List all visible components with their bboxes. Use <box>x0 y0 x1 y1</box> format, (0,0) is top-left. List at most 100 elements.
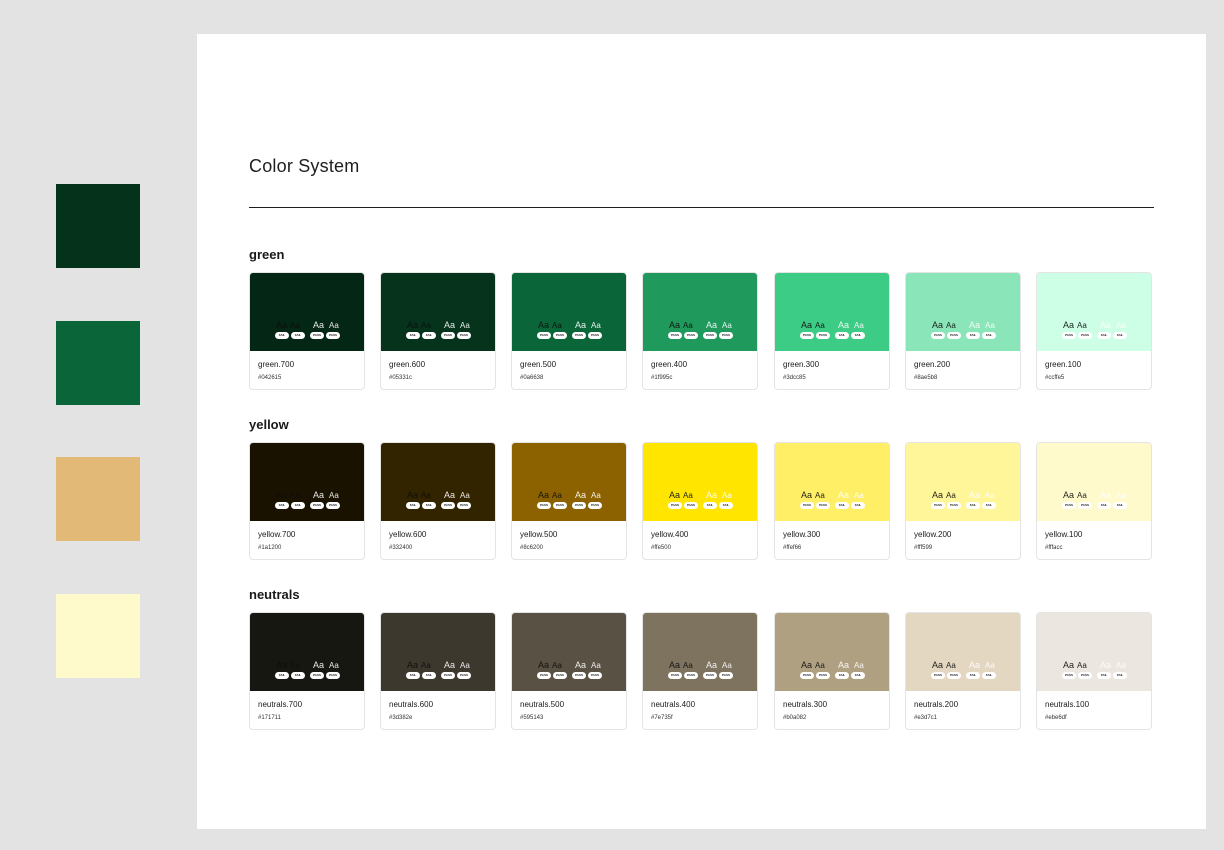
swatch-card[interactable]: Aa Aa Aa Aa FAIL FAIL PASS PASS neutrals.700 #171… <box>249 612 365 730</box>
contrast-result-badge: FAIL <box>406 672 420 679</box>
contrast-sample: Aa <box>801 490 813 500</box>
contrast-result-badge: FAIL <box>1097 332 1111 339</box>
swatch-row: Aa Aa Aa Aa FAIL FAIL PASS PASS yellow.700 #1a120… <box>249 442 1154 562</box>
contrast-result-badge: FAIL <box>851 332 865 339</box>
contrast-sample: Aa <box>669 490 681 500</box>
swatch-hex: #171711 <box>258 715 281 721</box>
swatch-card[interactable]: Aa Aa Aa Aa PASS PASS FAIL FAIL neutrals.100 #ebe… <box>1036 612 1152 730</box>
contrast-result-badge: PASS <box>800 672 814 679</box>
color-chip: Aa Aa Aa Aa FAIL FAIL PASS PASS <box>250 443 364 521</box>
contrast-result-badge: PASS <box>457 332 471 339</box>
contrast-result-badge: FAIL <box>851 502 865 509</box>
contrast-result-badge: PASS <box>931 332 945 339</box>
contrast-sample: Aa <box>1100 320 1112 330</box>
swatch-card[interactable]: Aa Aa Aa Aa PASS PASS FAIL FAIL green.200 #8ae5b8 <box>905 272 1021 390</box>
swatch-name: yellow.100 <box>1045 530 1083 539</box>
color-chip: Aa Aa Aa Aa PASS PASS FAIL FAIL <box>1037 443 1151 521</box>
swatch-hex: #ccffe5 <box>1045 375 1065 381</box>
side-swatch <box>56 321 140 405</box>
swatch-card[interactable]: Aa Aa Aa Aa PASS PASS FAIL FAIL yellow.400 #ffe50… <box>642 442 758 560</box>
swatch-name: yellow.500 <box>520 530 558 539</box>
swatch-name: neutrals.200 <box>914 700 959 709</box>
contrast-sample: Aa <box>1063 320 1075 330</box>
contrast-result-badge: FAIL <box>1113 672 1127 679</box>
contrast-sample: Aa <box>722 491 732 500</box>
swatch-card[interactable]: Aa Aa Aa Aa PASS PASS PASS PASS green.500 #0a6638 <box>511 272 627 390</box>
contrast-result-badge: FAIL <box>275 502 289 509</box>
contrast-result-badge: PASS <box>1078 672 1092 679</box>
swatch-card[interactable]: Aa Aa Aa Aa PASS PASS FAIL FAIL yellow.300 #ffef6… <box>774 442 890 560</box>
swatch-card[interactable]: Aa Aa Aa Aa FAIL FAIL PASS PASS green.700 #042615 <box>249 272 365 390</box>
swatch-card[interactable]: Aa Aa Aa Aa FAIL FAIL PASS PASS yellow.700 #1a120… <box>249 442 365 560</box>
contrast-result-badge: FAIL <box>835 332 849 339</box>
swatch-card[interactable]: Aa Aa Aa Aa FAIL FAIL PASS PASS neutrals.600 #3d3… <box>380 612 496 730</box>
contrast-sample: Aa <box>575 660 587 670</box>
color-chip: Aa Aa Aa Aa FAIL FAIL PASS PASS <box>381 443 495 521</box>
group-name: neutrals <box>249 587 300 602</box>
swatch-hex: #ffe500 <box>651 545 671 551</box>
swatch-card[interactable]: Aa Aa Aa Aa PASS PASS FAIL FAIL neutrals.200 #e3d… <box>905 612 1021 730</box>
contrast-sample: Aa <box>838 490 850 500</box>
swatch-name: neutrals.700 <box>258 700 303 709</box>
swatch-card[interactable]: Aa Aa Aa Aa FAIL FAIL PASS PASS yellow.600 #33240… <box>380 442 496 560</box>
contrast-result-badge: FAIL <box>1097 672 1111 679</box>
group-name: yellow <box>249 417 289 432</box>
contrast-sample: Aa <box>1077 491 1087 500</box>
contrast-result-badge: PASS <box>326 672 340 679</box>
swatch-card[interactable]: Aa Aa Aa Aa PASS PASS FAIL FAIL neutrals.300 #b0a… <box>774 612 890 730</box>
contrast-result-badge: FAIL <box>835 502 849 509</box>
swatch-card[interactable]: Aa Aa Aa Aa PASS PASS PASS PASS neutrals.500 #595… <box>511 612 627 730</box>
contrast-result-badge: FAIL <box>291 332 305 339</box>
swatch-name: yellow.300 <box>783 530 821 539</box>
contrast-sample: Aa <box>838 660 850 670</box>
page-title: Color System <box>249 156 360 176</box>
contrast-sample: Aa <box>969 660 981 670</box>
swatch-name: green.400 <box>651 360 688 369</box>
contrast-sample: Aa <box>1100 660 1112 670</box>
contrast-sample: Aa <box>801 320 813 330</box>
contrast-sample: Aa <box>815 491 825 500</box>
contrast-result-badge: PASS <box>684 502 698 509</box>
swatch-hex: #05331c <box>389 375 413 381</box>
swatch-hex: #1f995c <box>651 375 673 381</box>
swatch-card[interactable]: Aa Aa Aa Aa PASS PASS PASS PASS green.400 #1f995c <box>642 272 758 390</box>
swatch-card[interactable]: Aa Aa Aa Aa PASS PASS FAIL FAIL yellow.100 #fffac… <box>1036 442 1152 560</box>
swatch-card[interactable]: Aa Aa Aa Aa PASS PASS FAIL FAIL green.300 #3dcc85 <box>774 272 890 390</box>
contrast-sample: Aa <box>591 491 601 500</box>
swatch-hex: #ffef66 <box>783 545 802 551</box>
contrast-result-badge: PASS <box>719 332 733 339</box>
contrast-result-badge: PASS <box>457 502 471 509</box>
contrast-sample: Aa <box>444 660 456 670</box>
swatch-hex: #b0a082 <box>783 715 807 721</box>
swatch-hex: #8c6200 <box>520 545 544 551</box>
color-chip: Aa Aa Aa Aa PASS PASS FAIL FAIL <box>775 613 889 691</box>
swatch-hex: #332400 <box>389 545 413 551</box>
color-chip: Aa Aa Aa Aa PASS PASS PASS PASS <box>512 613 626 691</box>
swatch-card[interactable]: Aa Aa Aa Aa FAIL FAIL PASS PASS green.600 #05331c <box>380 272 496 390</box>
contrast-result-badge: PASS <box>326 502 340 509</box>
color-chip: Aa Aa Aa Aa FAIL FAIL PASS PASS <box>381 613 495 691</box>
contrast-sample: Aa <box>538 660 550 670</box>
contrast-result-badge: PASS <box>703 672 717 679</box>
contrast-result-badge: FAIL <box>982 332 996 339</box>
swatch-name: yellow.600 <box>389 530 427 539</box>
contrast-result-badge: PASS <box>310 502 324 509</box>
swatch-card[interactable]: Aa Aa Aa Aa PASS PASS PASS PASS yellow.500 #8c620… <box>511 442 627 560</box>
swatch-card[interactable]: Aa Aa Aa Aa PASS PASS FAIL FAIL green.100 #ccffe5 <box>1036 272 1152 390</box>
contrast-sample: Aa <box>706 320 718 330</box>
color-system-panel: Color System green Aa Aa Aa Aa FAIL FAIL PASS PA… <box>197 34 1206 829</box>
contrast-result-badge: FAIL <box>406 502 420 509</box>
color-chip: Aa Aa Aa Aa PASS PASS FAIL FAIL <box>906 443 1020 521</box>
side-swatch <box>56 184 140 268</box>
contrast-sample: Aa <box>683 321 693 330</box>
swatch-card[interactable]: Aa Aa Aa Aa PASS PASS FAIL FAIL yellow.200 #fff59… <box>905 442 1021 560</box>
contrast-result-badge: PASS <box>668 502 682 509</box>
contrast-result-badge: PASS <box>588 672 602 679</box>
contrast-result-badge: PASS <box>800 332 814 339</box>
contrast-result-badge: PASS <box>947 332 961 339</box>
color-chip: Aa Aa Aa Aa FAIL FAIL PASS PASS <box>381 273 495 351</box>
swatch-card[interactable]: Aa Aa Aa Aa PASS PASS PASS PASS neutrals.400 #7e7… <box>642 612 758 730</box>
swatch-name: yellow.700 <box>258 530 296 539</box>
swatch-name: neutrals.500 <box>520 700 565 709</box>
contrast-result-badge: PASS <box>441 672 455 679</box>
